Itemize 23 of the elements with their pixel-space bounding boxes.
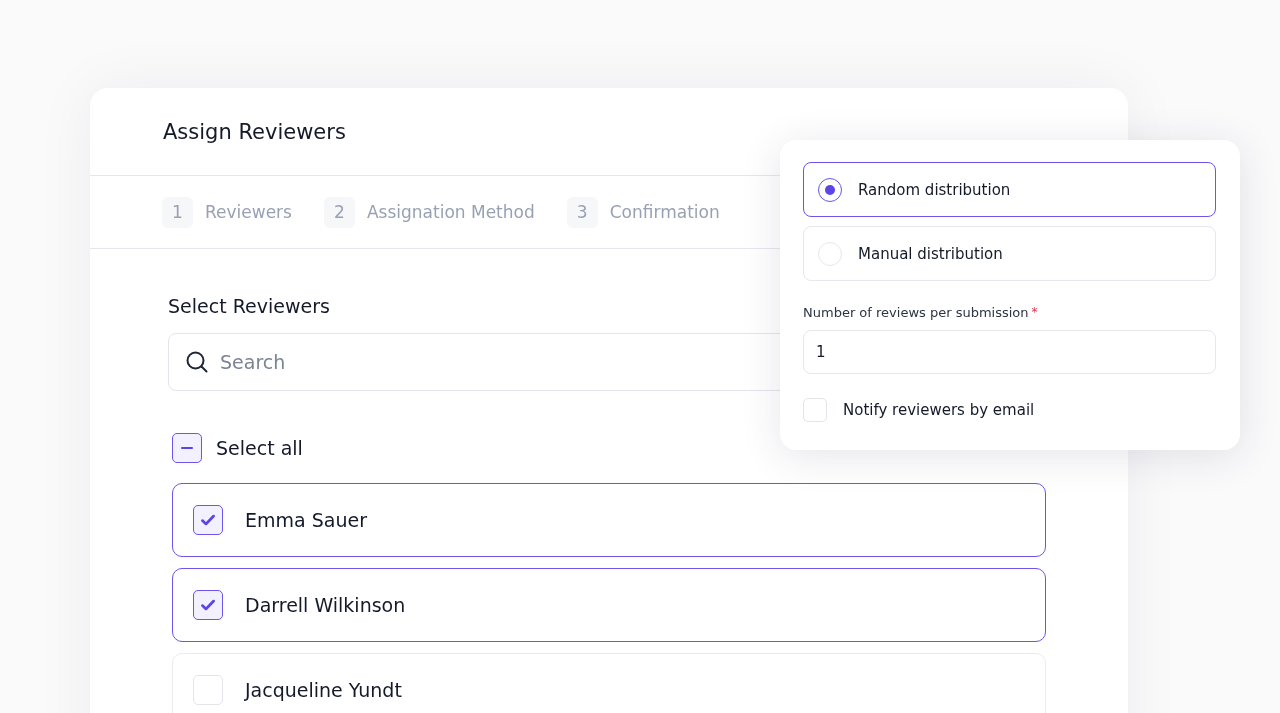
step-number: 1 (162, 196, 193, 228)
search-icon (185, 350, 209, 374)
distribution-option[interactable]: Random distribution (803, 162, 1216, 217)
reviewer-checkbox[interactable] (193, 590, 223, 620)
reviewer-name: Emma Sauer (245, 509, 367, 531)
reviewer-checkbox[interactable] (193, 505, 223, 535)
reviewer-row[interactable]: Emma Sauer (172, 483, 1046, 557)
notify-label: Notify reviewers by email (843, 401, 1035, 419)
reviewer-row[interactable]: Darrell Wilkinson (172, 568, 1046, 642)
dialog-title: Assign Reviewers (163, 119, 346, 144)
section-title: Select Reviewers (168, 295, 330, 317)
select-all-checkbox[interactable] (172, 433, 202, 463)
reviewer-name: Jacqueline Yundt (245, 679, 402, 701)
field-label: Number of reviews per submission (803, 305, 1029, 320)
step-number: 2 (323, 196, 355, 228)
notify-checkbox[interactable] (803, 398, 827, 422)
step-number: 3 (566, 196, 598, 228)
select-all-label: Select all (216, 437, 303, 459)
required-asterisk: * (1031, 305, 1038, 319)
reviewer-name: Darrell Wilkinson (245, 594, 406, 616)
distribution-option[interactable]: Manual distribution (803, 226, 1216, 281)
reviewer-row[interactable]: Jacqueline Yundt (172, 653, 1046, 713)
reviews-count-field[interactable]: 1 (803, 330, 1216, 374)
